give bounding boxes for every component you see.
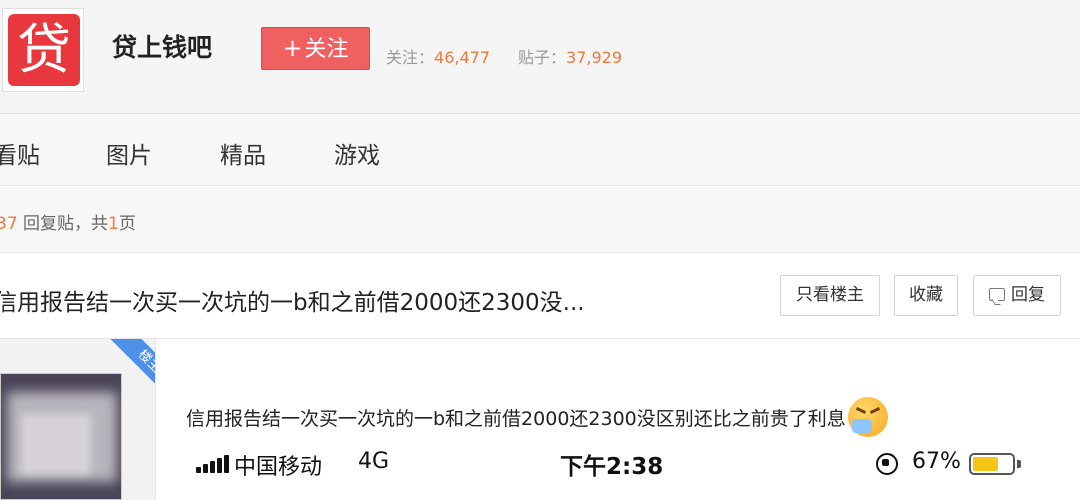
posts-count: 37,929 (566, 48, 622, 67)
forum-nav: 看贴 图片 精品 游戏 (0, 114, 1080, 186)
forum-header: 贷 贷上钱吧 +关注 关注：46,477 贴子：37,929 (0, 0, 1080, 114)
post-body-text: 信用报告结一次买一次坑的一b和之前借2000还2300没区别还比之前贵了利息 (186, 408, 846, 430)
author-column: 楼主 (0, 339, 156, 500)
reply-count: 37 (0, 214, 18, 234)
status-time: 下午2:38 (560, 454, 664, 480)
followers-label: 关注： (386, 48, 435, 67)
reply-count-mid: 回复贴，共 (17, 214, 109, 234)
tab-featured[interactable]: 精品 (220, 136, 266, 170)
battery-fill (973, 457, 998, 471)
battery-cap (1017, 460, 1021, 468)
post-title: 信用报告结一次买一次坑的一b和之前借2000还2300没... (0, 290, 585, 316)
tab-games[interactable]: 游戏 (334, 136, 380, 170)
follow-button-label: 关注 (304, 37, 349, 62)
posts-label: 贴子： (518, 48, 567, 67)
angry-mask-emoji-icon (847, 397, 888, 437)
forum-logo-icon: 贷 (8, 14, 80, 86)
forum-logo[interactable]: 贷 (2, 8, 84, 92)
reply-count-end: 页 (118, 214, 136, 234)
post-floor: 楼主 信用报告结一次买一次坑的一b和之前借2000还2300没区别还比之前贵了利… (0, 339, 1080, 500)
avatar-blur (21, 414, 91, 474)
page-count: 1 (108, 214, 119, 234)
only-author-button[interactable]: 只看楼主 (780, 275, 880, 316)
reply-button-label: 回复 (1011, 285, 1045, 305)
favorite-button[interactable]: 收藏 (894, 275, 958, 316)
post-content: 信用报告结一次买一次坑的一b和之前借2000还2300没区别还比之前贵了利息 (186, 397, 888, 437)
op-badge: 楼主 (100, 339, 155, 395)
forum-name[interactable]: 贷上钱吧 (112, 28, 212, 64)
tab-images[interactable]: 图片 (106, 136, 152, 170)
phone-statusbar-screenshot: 中国移动 4G 下午2:38 67% (186, 445, 1036, 485)
reply-icon (989, 288, 1005, 301)
op-badge-label: 楼主 (109, 339, 155, 395)
reply-button[interactable]: 回复 (973, 275, 1061, 316)
reply-count-bar: 37 回复贴，共1页 (0, 187, 1080, 253)
network-type: 4G (358, 449, 390, 474)
plus-icon: + (282, 34, 303, 62)
carrier-name: 中国移动 (234, 455, 323, 480)
rotation-lock-icon (876, 453, 898, 475)
follow-button[interactable]: +关注 (261, 27, 370, 70)
posts-stat: 贴子：37,929 (518, 44, 622, 68)
battery-percent: 67% (912, 449, 961, 474)
tab-view-posts[interactable]: 看贴 (0, 136, 40, 170)
signal-strength-icon (196, 455, 230, 473)
post-title-bar: 信用报告结一次买一次坑的一b和之前借2000还2300没... 只看楼主 收藏 … (0, 253, 1080, 339)
followers-count: 46,477 (434, 48, 490, 67)
followers-stat: 关注：46,477 (386, 44, 490, 68)
battery-icon (969, 453, 1015, 475)
reply-count-text: 37 回复贴，共1页 (0, 209, 136, 234)
